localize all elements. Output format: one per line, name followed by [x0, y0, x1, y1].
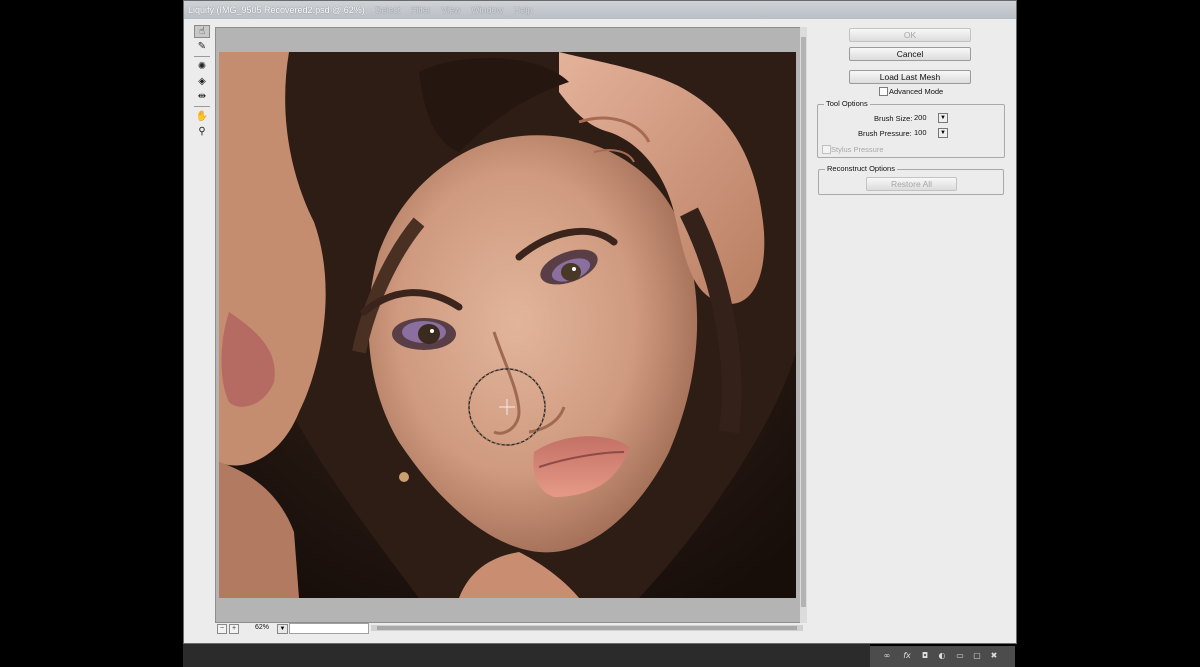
- liquify-toolbar: ☝ ✎ ✺ ◈ ⇹ ✋ ⚲: [192, 25, 212, 140]
- dialog-titlebar[interactable]: Liquify (IMG_9505 Recovered2.psd @ 62%) …: [184, 1, 1016, 19]
- brush-size-dropdown[interactable]: ▼: [938, 113, 948, 123]
- preview-canvas[interactable]: [215, 27, 801, 623]
- tool-options-group: Tool Options Brush Size: 200 ▼ Brush Pre…: [817, 99, 1005, 158]
- mask-icon[interactable]: ◘: [920, 651, 930, 661]
- brush-pressure-label: Brush Pressure:: [858, 129, 912, 138]
- ok-button[interactable]: OK: [849, 28, 971, 42]
- zoom-in-button[interactable]: +: [229, 624, 239, 634]
- horizontal-scroll-thumb[interactable]: [377, 626, 797, 630]
- pucker-tool-icon[interactable]: ✺: [194, 60, 210, 73]
- canvas-status-bar: − + 62% ▼: [215, 623, 807, 635]
- zoom-level-field[interactable]: 62%: [245, 623, 279, 633]
- folder-icon[interactable]: ▭: [955, 651, 965, 661]
- brush-pressure-field[interactable]: 100: [914, 128, 938, 138]
- zoom-out-button[interactable]: −: [217, 624, 227, 634]
- zoom-dropdown-button[interactable]: ▼: [277, 624, 288, 634]
- cancel-button[interactable]: Cancel: [849, 47, 971, 61]
- layers-panel-footer: ∞ fx ◘ ◐ ▭ ▢ ✖: [870, 646, 1015, 667]
- vertical-scroll-thumb[interactable]: [801, 37, 806, 607]
- advanced-mode-label: Advanced Mode: [889, 87, 944, 96]
- brush-size-label: Brush Size:: [874, 114, 913, 123]
- stylus-pressure-checkbox[interactable]: [822, 145, 831, 154]
- reconstruct-options-title: Reconstruct Options: [825, 164, 897, 173]
- load-last-mesh-button[interactable]: Load Last Mesh: [849, 70, 971, 84]
- ghost-menu-item: Help: [513, 5, 533, 15]
- new-layer-icon[interactable]: ▢: [972, 651, 982, 661]
- zoom-tool-icon[interactable]: ⚲: [194, 125, 210, 138]
- ghost-menu-item: Filter: [410, 5, 431, 15]
- restore-all-button[interactable]: Restore All: [866, 177, 957, 191]
- dialog-title: Liquify (IMG_9505 Recovered2.psd @ 62%): [188, 5, 365, 15]
- tool-options-title: Tool Options: [824, 99, 870, 108]
- link-icon[interactable]: ∞: [882, 651, 892, 661]
- bloat-tool-icon[interactable]: ◈: [194, 75, 210, 88]
- toolbar-divider: [194, 56, 210, 57]
- fx-icon[interactable]: fx: [902, 651, 912, 661]
- horizontal-scrollbar[interactable]: [371, 625, 803, 631]
- portrait-photo[interactable]: [219, 52, 796, 598]
- ghost-menu-item: View: [441, 5, 461, 15]
- trash-icon[interactable]: ✖: [989, 651, 999, 661]
- ghost-menu-item: Select: [375, 5, 401, 15]
- reconstruct-options-group: Reconstruct Options Restore All: [818, 164, 1004, 195]
- reconstruct-tool-icon[interactable]: ✎: [194, 40, 210, 53]
- vertical-scrollbar[interactable]: [800, 27, 807, 623]
- push-left-tool-icon[interactable]: ⇹: [194, 90, 210, 103]
- brush-size-field[interactable]: 200: [914, 113, 938, 123]
- liquify-dialog: Liquify (IMG_9505 Recovered2.psd @ 62%) …: [183, 0, 1017, 644]
- portrait-illustration: [219, 52, 796, 598]
- zoom-input-box[interactable]: [289, 623, 369, 634]
- advanced-mode-checkbox[interactable]: [879, 87, 888, 96]
- toolbar-divider: [194, 106, 210, 107]
- background-band: [183, 644, 870, 667]
- forward-warp-tool-icon[interactable]: ☝: [194, 25, 210, 38]
- stylus-pressure-label: Stylus Pressure: [831, 145, 884, 154]
- brush-pressure-dropdown[interactable]: ▼: [938, 128, 948, 138]
- adjustment-icon[interactable]: ◐: [937, 651, 947, 661]
- hand-tool-icon[interactable]: ✋: [194, 110, 210, 123]
- ghost-menu-item: Window: [471, 5, 504, 15]
